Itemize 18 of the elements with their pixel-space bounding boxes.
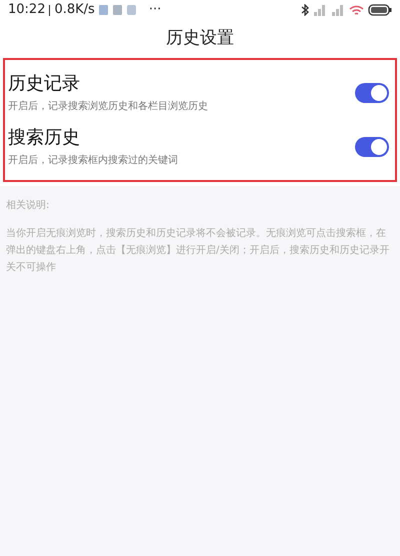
network-speed: 0.8K/s	[54, 1, 95, 20]
wifi-icon	[349, 4, 364, 16]
status-time: 10:22	[8, 1, 46, 20]
setting-title: 搜索历史	[8, 126, 81, 150]
notification-icons	[98, 5, 139, 15]
notes-text: 当你开启无痕浏览时，搜索历史和历史记录将不会被记录。无痕浏览可点击搜索框，在弹出的键盘右上角，点击【无痕浏览】进行开启/关闭；开启后，搜索历史和历史记录开关不可操作	[6, 226, 390, 275]
bluetooth-icon	[301, 4, 309, 16]
notes-heading: 相关说明:	[6, 198, 50, 213]
signal-icon	[313, 4, 327, 16]
battery-icon	[368, 4, 392, 16]
signal-icon	[331, 4, 345, 16]
setting-title: 历史记录	[8, 72, 81, 96]
setting-description: 开启后，记录搜索框内搜索过的关键词	[8, 154, 179, 168]
setting-description: 开启后，记录搜索浏览历史和各栏目浏览历史	[8, 100, 209, 114]
page-title: 历史设置	[166, 27, 234, 50]
more-notifications: ···	[148, 1, 162, 20]
toggle-switch[interactable]	[355, 83, 389, 103]
toggle-switch[interactable]	[355, 137, 389, 157]
